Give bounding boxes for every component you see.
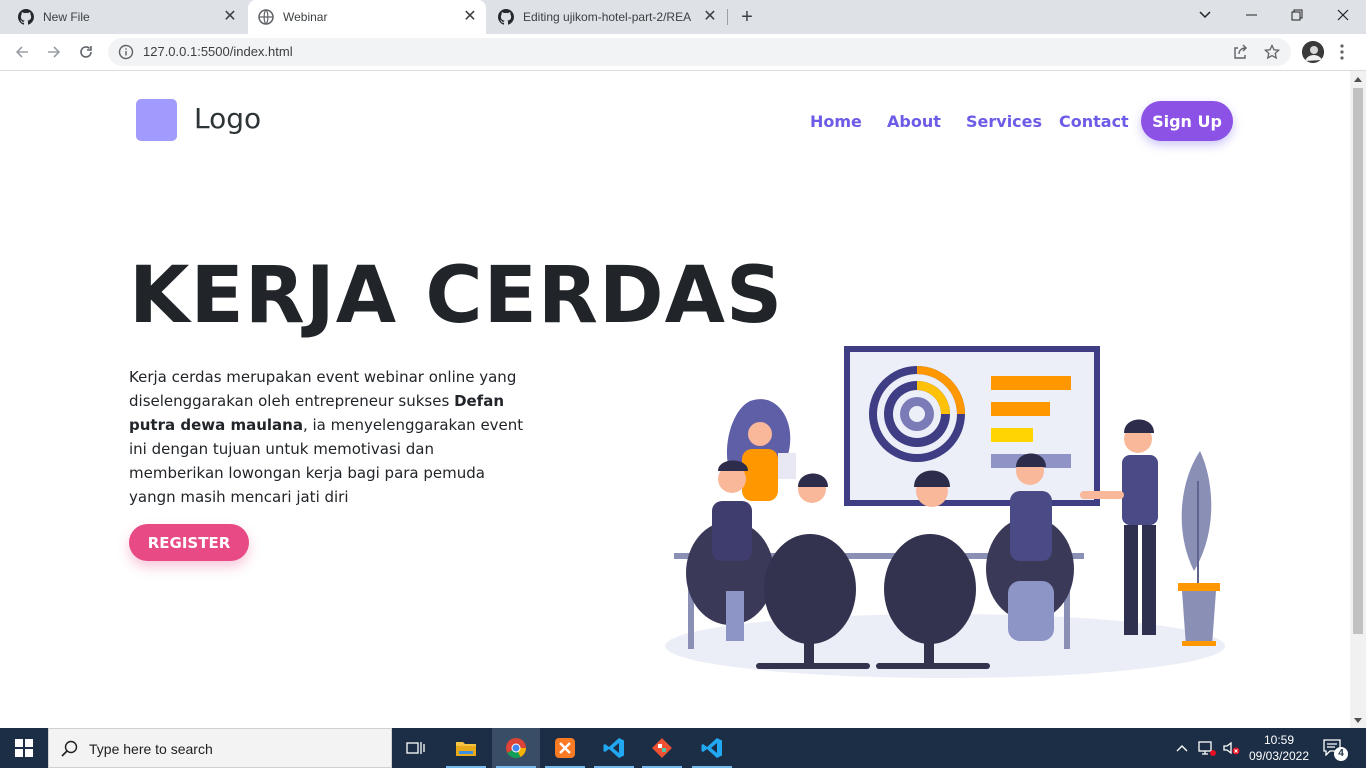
nav-home[interactable]: Home [810,112,862,131]
nav-services[interactable]: Services [966,112,1042,131]
close-tab-icon[interactable]: ✕ [222,9,238,25]
github-icon [18,9,34,25]
search-icon [61,740,78,757]
network-icon[interactable] [1196,728,1218,768]
restore-icon[interactable] [1274,0,1320,30]
bookmark-star-icon[interactable] [1264,44,1280,60]
clock-time: 10:59 [1263,733,1295,747]
profile-avatar[interactable] [1302,41,1324,63]
site-info-icon[interactable] [118,44,134,60]
close-tab-icon[interactable]: ✕ [702,9,718,25]
scrollbar-thumb[interactable] [1353,88,1363,634]
tab-title: Webinar [283,10,328,24]
scroll-up-arrow[interactable] [1354,77,1362,82]
taskbar-search-box[interactable]: Type here to search [48,728,392,768]
notification-center-icon[interactable]: 4 [1322,738,1348,761]
back-icon[interactable] [10,40,34,64]
notification-count-badge: 4 [1334,747,1348,761]
hero-title: KERJA CERDAS [129,251,784,341]
browser-tab-strip: New File ✕ Webinar ✕ Editing ujikom-hote… [0,0,1366,34]
close-window-icon[interactable] [1320,0,1366,30]
search-placeholder: Type here to search [89,741,213,757]
browser-toolbar: 127.0.0.1:5500/index.html [0,34,1366,71]
reload-icon[interactable] [74,40,98,64]
address-bar[interactable]: 127.0.0.1:5500/index.html [108,38,1291,66]
close-tab-icon[interactable]: ✕ [462,9,478,25]
git-icon[interactable] [638,728,686,768]
tab-divider [727,9,728,25]
show-hidden-icons-icon[interactable] [1172,728,1192,768]
forward-icon[interactable] [42,40,66,64]
register-button[interactable]: REGISTER [129,524,249,561]
clock-date: 09/03/2022 [1248,749,1310,763]
xampp-icon[interactable] [541,728,589,768]
vscode-icon[interactable] [688,728,736,768]
logo-text[interactable]: Logo [194,102,261,135]
tab-editing-readme[interactable]: Editing ujikom-hotel-part-2/REA ✕ [488,0,726,34]
url-text[interactable]: 127.0.0.1:5500/index.html [143,44,293,59]
volume-muted-icon[interactable] [1220,728,1242,768]
scroll-down-arrow[interactable] [1354,718,1362,723]
tab-search-icon[interactable] [1182,0,1228,30]
file-explorer-icon[interactable] [442,728,490,768]
hero-description: Kerja cerdas merupakan event webinar onl… [129,365,529,509]
task-view-icon[interactable] [392,728,440,768]
windows-start-icon[interactable] [0,728,48,768]
nav-about[interactable]: About [887,112,941,131]
chrome-icon[interactable] [492,728,540,768]
system-clock[interactable]: 10:59 09/03/2022 [1240,732,1318,764]
windows-taskbar: Type here to search 10:59 09/03/2022 4 [0,728,1366,768]
tab-title: New File [43,10,90,24]
signup-button[interactable]: Sign Up [1141,101,1233,141]
globe-icon [258,9,274,25]
tab-title: Editing ujikom-hotel-part-2/REA [523,10,692,24]
tab-webinar[interactable]: Webinar ✕ [248,0,486,34]
tab-new-file[interactable]: New File ✕ [8,0,246,34]
vscode-icon[interactable] [590,728,638,768]
chrome-menu-icon[interactable] [1334,42,1350,62]
github-icon [498,9,514,25]
new-tab-button[interactable]: + [736,7,758,29]
team-meeting-illustration [665,346,1225,678]
page-scrollbar[interactable] [1350,71,1366,728]
nav-contact[interactable]: Contact [1059,112,1129,131]
minimize-icon[interactable] [1228,0,1274,30]
share-icon[interactable] [1232,44,1248,60]
page-viewport: Logo Home About Services Contact Sign Up… [0,71,1350,728]
logo-box[interactable] [136,99,177,141]
